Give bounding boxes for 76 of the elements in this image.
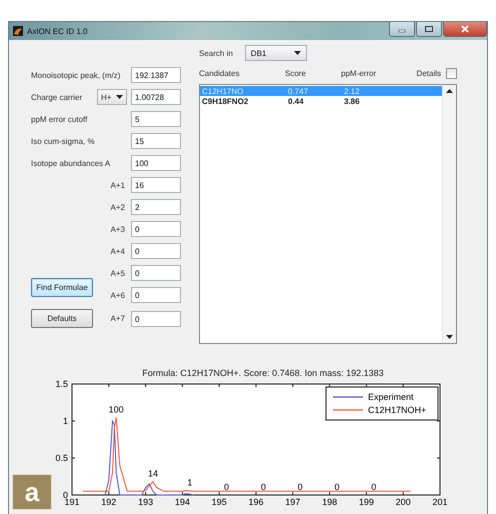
input-field[interactable]: 2 [131, 199, 181, 215]
field-label: A+5 [110, 268, 126, 278]
input-field[interactable]: 5 [131, 111, 181, 127]
field-label: ppM error cutoff [31, 114, 88, 124]
tick-label: 199 [358, 497, 374, 507]
data-label: 100 [108, 404, 124, 414]
scroll-down-icon [446, 335, 453, 339]
carrier-dropdown[interactable]: H+ [97, 89, 127, 105]
scrollbar[interactable] [442, 85, 456, 343]
tick-label: 200 [396, 497, 411, 507]
dropdown-arrow-icon [294, 51, 301, 55]
field-label: A+3 [110, 224, 126, 234]
window-title: AxION EC ID 1.0 [27, 26, 88, 36]
tick-label: 0 [62, 490, 68, 500]
field-label: A+2 [110, 202, 126, 212]
input-field[interactable]: 0 [131, 221, 181, 237]
tick-label: 198 [322, 497, 338, 507]
field-label: A+6 [110, 290, 126, 300]
legend-line [333, 396, 363, 398]
tick-label: 195 [212, 497, 227, 507]
field-label: Monoisotopic peak, (m/z) [31, 70, 122, 80]
legend-label: C12H17NOH+ [368, 405, 426, 415]
close-icon [460, 25, 470, 33]
legend-line [333, 409, 363, 411]
column-header: Score [285, 68, 307, 78]
input-field[interactable]: 0 [131, 287, 181, 303]
maximize-button[interactable] [416, 22, 442, 37]
data-label: 1 [187, 478, 192, 488]
tick-label: 193 [138, 497, 154, 507]
close-button[interactable] [443, 22, 487, 37]
action-button[interactable]: Defaults [31, 309, 93, 328]
tick-label: 197 [285, 497, 300, 507]
tick-label: 1.5 [55, 380, 68, 389]
input-field[interactable]: 0 [131, 310, 181, 326]
column-header: ppM-error [341, 68, 378, 78]
dropdown-arrow-icon [116, 95, 123, 99]
tick-label: 191 [64, 497, 80, 507]
data-label: 0 [298, 482, 303, 492]
input-field[interactable]: 1.00728 [131, 89, 181, 105]
input-field[interactable]: 16 [131, 177, 181, 193]
scroll-up-icon [446, 89, 453, 93]
input-field[interactable]: 0 [131, 243, 181, 259]
data-label: 0 [371, 482, 376, 492]
tick-label: 1 [62, 416, 68, 426]
details-checkbox[interactable] [446, 68, 457, 78]
tick-label: 194 [174, 497, 190, 507]
column-header: Candidates [199, 68, 240, 78]
field-label: A+4 [110, 246, 126, 256]
input-field[interactable]: 192.1387 [131, 67, 181, 83]
input-field[interactable]: 100 [131, 155, 181, 171]
data-label: 0 [334, 482, 340, 492]
action-button[interactable]: Find Formulae [31, 278, 93, 297]
tick-label: 0.5 [55, 453, 68, 463]
input-field[interactable]: 15 [131, 133, 181, 149]
panel-label: a [12, 474, 52, 510]
candidate-row[interactable]: C9H18FNO2 0.44 3.86 [200, 96, 442, 106]
tick-label: 192 [101, 497, 116, 507]
legend-label: Experiment [368, 392, 414, 402]
input-field[interactable]: 0 [131, 265, 181, 281]
tick-label: 201 [432, 497, 448, 507]
field-label: A+1 [110, 180, 126, 190]
tick-label: 196 [248, 497, 264, 507]
details-label: Details [416, 68, 441, 78]
field-label: Iso cum-sigma, % [31, 136, 96, 146]
minimize-button[interactable] [389, 22, 415, 37]
chart-title: Formula: C12H17NOH+. Score: 0.7468. Ion mass: 192.1383 [141, 368, 385, 380]
database-dropdown[interactable]: DB1 [244, 45, 307, 61]
maximize-icon [424, 25, 434, 33]
data-label: 0 [260, 482, 266, 492]
field-label: A+7 [110, 314, 126, 323]
search-label: Search in [199, 48, 233, 58]
field-label: Charge carrier [31, 92, 82, 102]
app-icon [13, 26, 23, 36]
data-label: 14 [148, 468, 158, 479]
field-label: Isotope abundances A [31, 158, 112, 168]
data-label: 0 [224, 482, 230, 492]
